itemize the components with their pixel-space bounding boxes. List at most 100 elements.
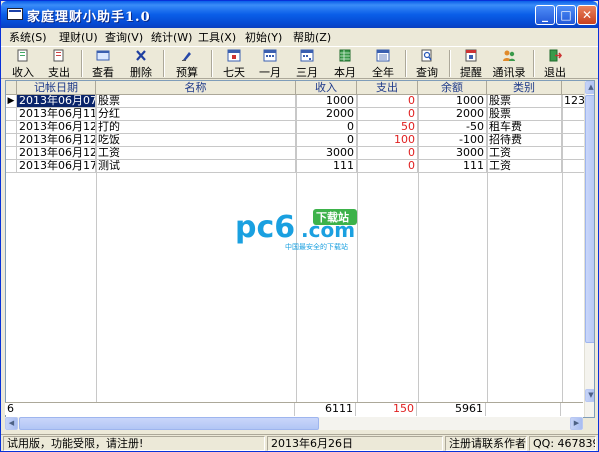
menu-help[interactable]: 帮助(Z) [293, 29, 331, 45]
three-months-button[interactable]: 三月 [293, 49, 321, 79]
scroll-up-button[interactable]: ▲ [585, 81, 594, 94]
menu-system[interactable]: 系统(S) [9, 29, 47, 45]
cell-balance[interactable]: -50 [418, 121, 487, 134]
cell-extra[interactable] [562, 108, 584, 121]
cell-balance[interactable]: 3000 [418, 147, 487, 160]
horizontal-scroll-thumb[interactable] [19, 417, 319, 430]
menu-init[interactable]: 初始(Y) [245, 29, 282, 45]
menu-tools[interactable]: 工具(X) [198, 29, 236, 45]
reminder-icon [465, 49, 477, 62]
column-header-name[interactable]: 名称 [96, 81, 296, 95]
pc6-watermark-logo: pc6 .com 下载站 中国最安全的下载站 [233, 203, 373, 253]
horizontal-scrollbar[interactable]: ◀ ▶ [5, 417, 583, 430]
vertical-scrollbar[interactable]: ▲ ▼ [584, 81, 594, 417]
status-trial-notice: 试用版，功能受限，请注册! [3, 436, 265, 451]
cell-name[interactable]: 吃饭 [96, 134, 296, 147]
cell-extra[interactable] [562, 147, 584, 160]
scroll-right-button[interactable]: ▶ [570, 417, 583, 430]
search-button[interactable]: 查询 [413, 49, 441, 79]
table-row[interactable]: 2013年06月11日 分红 2000 0 2000 股票 [6, 108, 584, 121]
contacts-button[interactable]: 通讯录 [491, 49, 527, 79]
close-button[interactable]: ✕ [577, 5, 597, 25]
expense-button[interactable]: 支出 [45, 49, 73, 79]
cell-income[interactable]: 111 [296, 160, 357, 173]
cell-income[interactable]: 1000 [296, 95, 357, 108]
cell-expense[interactable]: 0 [357, 160, 418, 173]
table-row[interactable]: 2013年06月17日 测试 111 0 111 工资 [6, 160, 584, 173]
summary-row: 6 6111 150 5961 [5, 402, 583, 416]
menu-finance[interactable]: 理财(U) [59, 29, 98, 45]
cell-category[interactable]: 租车费 [487, 121, 562, 134]
cell-expense[interactable]: 0 [357, 108, 418, 121]
cell-name[interactable]: 分红 [96, 108, 296, 121]
cell-category[interactable]: 招待费 [487, 134, 562, 147]
cell-name[interactable]: 测试 [96, 160, 296, 173]
cell-balance[interactable]: 2000 [418, 108, 487, 121]
view-button[interactable]: 查看 [89, 49, 117, 79]
reminder-button[interactable]: 提醒 [457, 49, 485, 79]
column-header-date[interactable]: 记帐日期 [17, 81, 96, 95]
table-row[interactable]: 2013年06月12日 工资 3000 0 3000 工资 [6, 147, 584, 160]
cell-category[interactable]: 工资 [487, 160, 562, 173]
status-bar: 试用版，功能受限，请注册! 2013年6月26日 注册请联系作者 QQ: 467… [1, 434, 598, 451]
view-icon [96, 50, 110, 61]
this-month-button[interactable]: 本月 [331, 49, 359, 79]
column-header-income[interactable]: 收入 [296, 81, 357, 95]
cell-expense[interactable]: 50 [357, 121, 418, 134]
cell-date[interactable]: 2013年06月12日 [17, 147, 96, 160]
cell-date[interactable]: 2013年06月11日 [17, 108, 96, 121]
cell-income[interactable]: 0 [296, 121, 357, 134]
cell-extra[interactable] [562, 134, 584, 147]
calendar-icon [227, 49, 241, 62]
menu-query[interactable]: 查询(V) [105, 29, 143, 45]
income-button[interactable]: 收入 [9, 49, 37, 79]
column-header-expense[interactable]: 支出 [357, 81, 418, 95]
toolbar-separator [211, 50, 213, 77]
minimize-button[interactable]: _ [535, 5, 555, 25]
cell-name[interactable]: 股票 [96, 95, 296, 108]
column-header-category[interactable]: 类别 [487, 81, 562, 95]
menu-statistics[interactable]: 统计(W) [151, 29, 192, 45]
cell-expense[interactable]: 0 [357, 95, 418, 108]
cell-date[interactable]: 2013年06月07日 [17, 95, 96, 108]
one-month-button[interactable]: 一月 [256, 49, 284, 79]
cell-date[interactable]: 2013年06月12日 [17, 121, 96, 134]
cell-date[interactable]: 2013年06月12日 [17, 134, 96, 147]
cell-name[interactable]: 打的 [96, 121, 296, 134]
table-row[interactable]: 2013年06月12日 吃饭 0 100 -100 招待费 [6, 134, 584, 147]
scroll-left-button[interactable]: ◀ [5, 417, 18, 430]
title-bar[interactable]: 家庭理财小助手1.0 _ □ ✕ [1, 1, 598, 28]
cell-expense[interactable]: 100 [357, 134, 418, 147]
seven-days-button[interactable]: 七天 [220, 49, 248, 79]
cell-date[interactable]: 2013年06月17日 [17, 160, 96, 173]
row-indicator [6, 108, 17, 121]
cell-category[interactable]: 股票 [487, 108, 562, 121]
column-header-balance[interactable]: 余额 [418, 81, 487, 95]
budget-button[interactable]: 预算 [173, 49, 201, 79]
cell-name[interactable]: 工资 [96, 147, 296, 160]
exit-button[interactable]: 退出 [541, 49, 569, 79]
calendar-icon [263, 49, 277, 62]
cell-expense[interactable]: 0 [357, 147, 418, 160]
cell-category[interactable]: 股票 [487, 95, 562, 108]
window-title: 家庭理财小助手1.0 [27, 10, 151, 25]
cell-balance[interactable]: 111 [418, 160, 487, 173]
cell-category[interactable]: 工资 [487, 147, 562, 160]
whole-year-button[interactable]: 全年 [369, 49, 397, 79]
cell-balance[interactable]: 1000 [418, 95, 487, 108]
maximize-button[interactable]: □ [556, 5, 576, 25]
cell-income[interactable]: 3000 [296, 147, 357, 160]
vertical-scroll-thumb[interactable] [585, 95, 594, 343]
current-row-indicator: ▶ [6, 95, 17, 108]
minimize-icon: _ [542, 8, 548, 22]
delete-button[interactable]: 删除 [127, 49, 155, 79]
scroll-down-button[interactable]: ▼ [585, 389, 594, 402]
cell-extra[interactable]: 1234 [562, 95, 584, 108]
table-row[interactable]: ▶ 2013年06月07日 股票 1000 0 1000 股票 1234 [6, 95, 584, 108]
cell-extra[interactable] [562, 121, 584, 134]
cell-income[interactable]: 0 [296, 134, 357, 147]
table-row[interactable]: 2013年06月12日 打的 0 50 -50 租车费 [6, 121, 584, 134]
cell-income[interactable]: 2000 [296, 108, 357, 121]
cell-extra[interactable] [562, 160, 584, 173]
cell-balance[interactable]: -100 [418, 134, 487, 147]
